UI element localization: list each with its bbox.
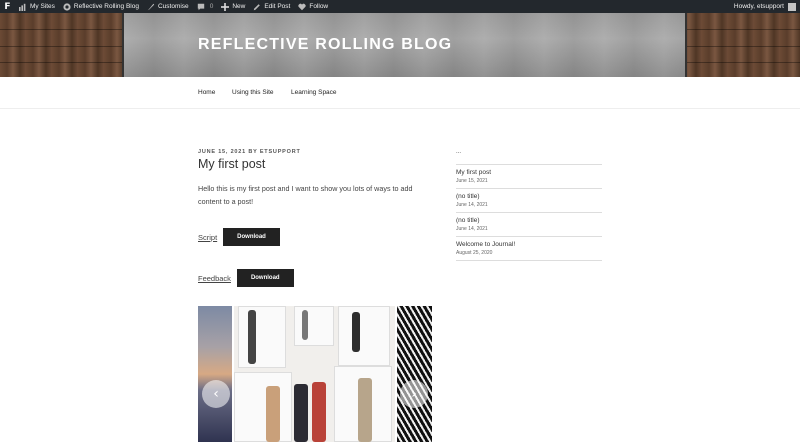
list-item: My first post June 15, 2021 <box>456 165 602 189</box>
download-row-script: Script Download <box>198 228 280 246</box>
nav-item-learning-space[interactable]: Learning Space <box>291 89 337 96</box>
feedback-link[interactable]: Feedback <box>198 274 231 283</box>
download-row-feedback: Feedback Download <box>198 269 294 287</box>
chevron-right-icon: › <box>411 386 417 402</box>
image-gallery: ‹ › <box>198 306 432 442</box>
gallery-image-pattern[interactable] <box>397 306 432 442</box>
chevron-left-icon: ‹ <box>213 386 219 402</box>
site-name-label: Reflective Rolling Blog <box>73 3 139 10</box>
list-item: Welcome to Journal! August 25, 2020 <box>456 237 602 261</box>
recent-post-link[interactable]: (no title) <box>456 193 602 200</box>
recent-post-date: August 25, 2020 <box>456 250 493 256</box>
sidebar-title: ... <box>456 149 602 165</box>
pencil-icon <box>254 3 261 10</box>
gallery-prev-button[interactable]: ‹ <box>202 380 230 408</box>
dashboard-icon <box>19 3 26 11</box>
my-sites-label: My Sites <box>30 3 55 10</box>
sidebar-recent-posts: ... My first post June 15, 2021 (no titl… <box>456 149 602 261</box>
edit-post-label: Edit Post <box>264 3 291 10</box>
script-link[interactable]: Script <box>198 233 217 242</box>
post-by: BY <box>248 149 258 155</box>
site-title[interactable]: REFLECTIVE ROLLING BLOG <box>198 36 452 54</box>
site-name-button[interactable]: Reflective Rolling Blog <box>59 0 143 13</box>
gallery-image-fashion-sketches[interactable] <box>234 306 395 442</box>
post-meta: JUNE 15, 2021 BY ETSUPPORT <box>198 149 301 155</box>
main-navigation: Home Using this Site Learning Space <box>0 77 800 109</box>
heart-icon <box>298 3 306 10</box>
site-logo[interactable]: F <box>0 0 15 13</box>
post-author[interactable]: ETSUPPORT <box>260 149 301 155</box>
customise-label: Customise <box>157 3 189 10</box>
post-body: Hello this is my first post and I want t… <box>198 184 413 206</box>
avatar <box>788 2 796 11</box>
download-button[interactable]: Download <box>223 228 280 246</box>
plus-icon <box>221 2 230 11</box>
post-title: My first post <box>198 157 266 171</box>
new-label: New <box>232 3 246 10</box>
logo-text: F <box>4 1 11 12</box>
recent-post-link[interactable]: My first post <box>456 169 602 176</box>
new-button[interactable]: New <box>217 0 249 13</box>
account-menu[interactable]: Howdy, etsupport <box>733 2 800 11</box>
site-header: REFLECTIVE ROLLING BLOG <box>0 13 800 77</box>
nav-item-home[interactable]: Home <box>198 89 215 96</box>
edit-post-button[interactable]: Edit Post <box>249 0 294 13</box>
recent-post-link[interactable]: (no title) <box>456 217 602 224</box>
list-item: (no title) June 14, 2021 <box>456 189 602 213</box>
howdy-label: Howdy, etsupport <box>733 3 784 10</box>
customise-button[interactable]: Customise <box>143 0 193 13</box>
recent-post-date: June 15, 2021 <box>456 178 488 184</box>
comments-button[interactable]: 0 <box>193 0 218 13</box>
follow-button[interactable]: Follow <box>294 0 332 13</box>
brush-icon <box>147 3 155 10</box>
my-sites-button[interactable]: My Sites <box>15 0 59 13</box>
recent-post-date: June 14, 2021 <box>456 226 488 232</box>
home-icon <box>63 2 71 11</box>
list-item: (no title) June 14, 2021 <box>456 213 602 237</box>
admin-bar: F My Sites Reflective Rolling Blog Custo… <box>0 0 800 13</box>
gallery-next-button[interactable]: › <box>400 380 428 408</box>
download-button[interactable]: Download <box>236 269 294 287</box>
gallery-image-sunset[interactable] <box>198 306 232 442</box>
comments-count: 0 <box>209 3 214 10</box>
nav-item-using-this-site[interactable]: Using this Site <box>232 89 274 96</box>
comment-icon <box>197 3 204 10</box>
recent-post-link[interactable]: Welcome to Journal! <box>456 241 602 248</box>
recent-post-date: June 14, 2021 <box>456 202 488 208</box>
post-date[interactable]: JUNE 15, 2021 <box>198 149 246 155</box>
follow-label: Follow <box>309 3 329 10</box>
